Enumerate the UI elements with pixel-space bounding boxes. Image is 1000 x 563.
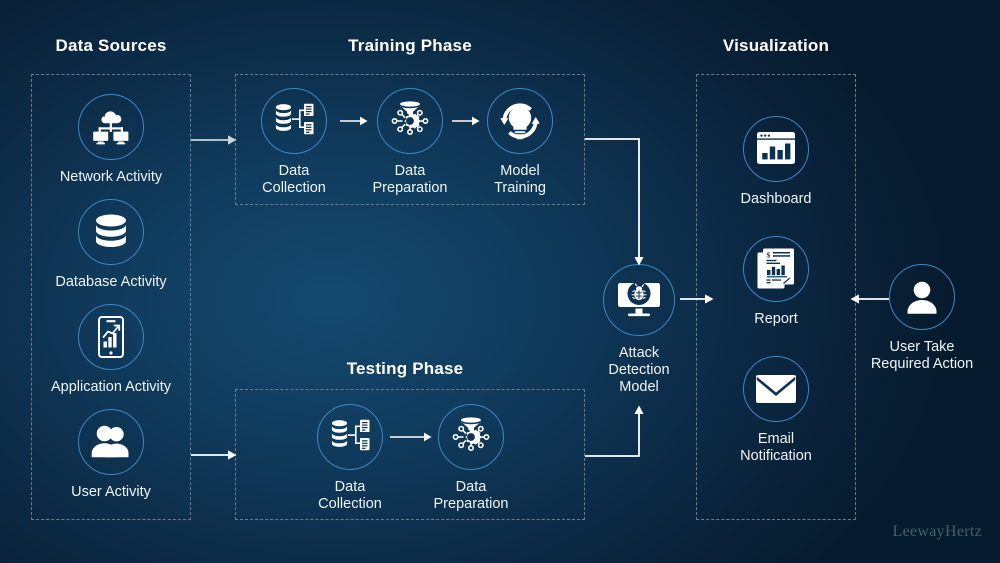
node-label: Model Training	[494, 163, 546, 196]
arrow-user-action-to-visualization	[850, 292, 890, 306]
arrow-model-to-visualization	[680, 292, 714, 306]
arrow-testing-collect-to-prep	[390, 430, 432, 444]
node-report[interactable]: $ Report	[696, 236, 856, 328]
node-user-activity[interactable]: User Activity	[31, 409, 191, 501]
data-preparation-icon	[377, 88, 443, 154]
arrow-testing-to-model	[585, 403, 655, 463]
node-label: Attack Detection Model	[608, 345, 670, 395]
node-label: Application Activity	[50, 379, 172, 395]
section-header-testing-phase: Testing Phase	[346, 359, 464, 378]
email-icon	[743, 356, 809, 422]
section-header-visualization: Visualization	[722, 36, 830, 55]
section-header-training-phase: Training Phase	[348, 36, 472, 55]
node-user-take-required-action[interactable]: User Take Required Action	[862, 264, 982, 373]
report-icon: $	[743, 236, 809, 302]
dashboard-icon	[743, 116, 809, 182]
model-training-icon	[487, 88, 553, 154]
users-icon	[78, 409, 144, 475]
node-label: Dashboard	[740, 191, 812, 207]
node-label: Network Activity	[59, 169, 163, 185]
node-testing-data-collection[interactable]: Data Collection	[305, 404, 395, 513]
node-training-data-collection[interactable]: Data Collection	[249, 88, 339, 197]
node-label: Data Collection	[262, 163, 326, 196]
diagram-canvas: Data Sources Training Phase Testing Phas…	[0, 0, 1000, 563]
node-email-notification[interactable]: Email Notification	[696, 356, 856, 465]
network-activity-icon	[78, 94, 144, 160]
node-attack-detection-model[interactable]: Attack Detection Model	[594, 264, 684, 396]
node-label: Database Activity	[55, 274, 167, 290]
node-dashboard[interactable]: Dashboard	[696, 116, 856, 208]
user-icon	[889, 264, 955, 330]
database-icon	[78, 199, 144, 265]
node-network-activity[interactable]: Network Activity	[31, 94, 191, 186]
node-application-activity[interactable]: Application Activity	[31, 304, 191, 396]
watermark: LeewayHertz	[892, 523, 982, 540]
node-label: Data Preparation	[433, 479, 509, 512]
node-testing-data-preparation[interactable]: Data Preparation	[426, 404, 516, 513]
group-box-testing-phase	[235, 389, 585, 520]
node-model-training[interactable]: Model Training	[475, 88, 565, 197]
node-label: Data Collection	[318, 479, 382, 512]
node-label: Report	[754, 311, 798, 327]
node-label: Email Notification	[740, 431, 812, 464]
node-label: User Activity	[71, 484, 151, 500]
monitor-bug-icon	[603, 264, 675, 336]
node-training-data-preparation[interactable]: Data Preparation	[365, 88, 455, 197]
section-header-data-sources: Data Sources	[55, 36, 167, 55]
arrow-training-prep-to-model	[452, 114, 480, 128]
mobile-chart-icon	[78, 304, 144, 370]
data-collection-icon	[317, 404, 383, 470]
arrow-training-to-model	[585, 132, 655, 272]
node-label: User Take Required Action	[870, 339, 974, 372]
arrow-sources-to-training	[191, 133, 237, 147]
data-preparation-icon	[438, 404, 504, 470]
node-label: Data Preparation	[372, 163, 448, 196]
arrow-sources-to-testing	[191, 448, 237, 462]
svg-text:$: $	[767, 251, 771, 260]
data-collection-icon	[261, 88, 327, 154]
arrow-training-collect-to-prep	[340, 114, 368, 128]
node-database-activity[interactable]: Database Activity	[31, 199, 191, 291]
